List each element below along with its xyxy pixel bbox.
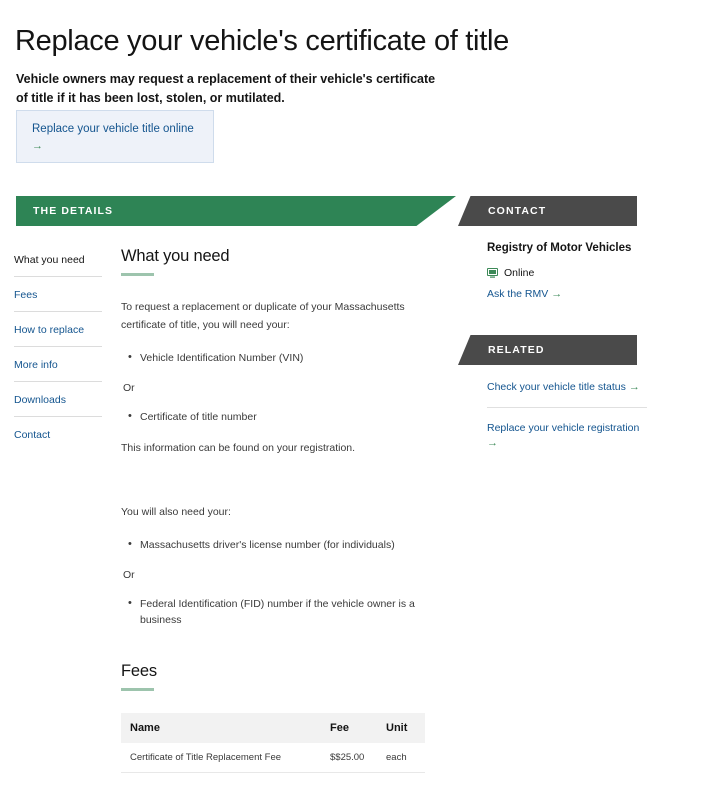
- check-vehicle-title-status-link[interactable]: Check your vehicle title status →: [487, 380, 647, 395]
- banner-the-details-label: THE DETAILS: [33, 205, 114, 217]
- related-panel: Check your vehicle title status → Replac…: [487, 380, 647, 463]
- arrow-right-icon: →: [628, 381, 640, 393]
- related-item-2: Replace your vehicle registration →: [487, 408, 647, 463]
- monitor-icon: [487, 268, 498, 278]
- column-header-fee: Fee: [321, 713, 377, 743]
- sidebar-item-fees[interactable]: Fees: [14, 277, 102, 312]
- page-title: Replace your vehicle's certificate of ti…: [15, 25, 509, 58]
- related-item-1: Check your vehicle title status →: [487, 380, 647, 408]
- banner-contact-label: CONTACT: [488, 205, 547, 217]
- contact-organization: Registry of Motor Vehicles: [487, 242, 632, 254]
- cell-fee: $$25.00: [321, 743, 377, 773]
- contact-online-label: Online: [504, 267, 535, 279]
- fees-heading: Fees: [121, 662, 157, 680]
- table-row: Certificate of Title Replacement Fee $$2…: [121, 743, 425, 773]
- column-header-unit: Unit: [377, 713, 425, 743]
- contact-online-row: Online: [487, 267, 647, 279]
- column-header-name: Name: [121, 713, 321, 743]
- intro-paragraph: Vehicle owners may request a replacement…: [16, 71, 436, 105]
- cta-label: Replace your vehicle title online: [32, 123, 194, 135]
- sidebar-item-what-you-need[interactable]: What you need: [14, 253, 102, 277]
- heading-rule: [121, 273, 154, 276]
- replace-vehicle-registration-link[interactable]: Replace your vehicle registration →: [487, 421, 647, 451]
- requirements-list-2: Certificate of title number: [121, 408, 431, 425]
- cell-unit: each: [377, 743, 425, 773]
- fees-table: Name Fee Unit Certificate of Title Repla…: [121, 713, 425, 773]
- fees-section: Fees Name Fee Unit Certificate of Title …: [121, 662, 431, 773]
- page-root: Replace your vehicle's certificate of ti…: [0, 0, 725, 793]
- list-item: Certificate of title number: [128, 408, 431, 425]
- banner-the-details: THE DETAILS: [16, 196, 456, 226]
- ask-the-rmv-link[interactable]: Ask the RMV →: [487, 287, 647, 302]
- sidebar-item-downloads[interactable]: Downloads: [14, 382, 102, 417]
- main-content: What you need To request a replacement o…: [121, 247, 431, 773]
- sidebar-item-contact[interactable]: Contact: [14, 417, 102, 451]
- cta-box[interactable]: Replace your vehicle title online →: [16, 110, 214, 163]
- arrow-right-icon: →: [32, 140, 43, 152]
- contact-panel: Registry of Motor Vehicles Online Ask th…: [487, 241, 647, 302]
- arrow-right-icon: →: [551, 288, 563, 300]
- sidebar-item-more-info[interactable]: More info: [14, 347, 102, 382]
- list-item: Massachusetts driver's license number (f…: [128, 536, 431, 553]
- requirements-list-1: Vehicle Identification Number (VIN): [121, 349, 431, 366]
- sidebar-item-how-to-replace[interactable]: How to replace: [14, 312, 102, 347]
- heading-rule: [121, 688, 154, 691]
- or-separator-1: Or: [123, 382, 135, 394]
- ask-the-rmv-label: Ask the RMV: [487, 288, 549, 300]
- what-you-need-paragraph-1: To request a replacement or duplicate of…: [121, 301, 405, 331]
- table-header-row: Name Fee Unit: [121, 713, 425, 743]
- section-sidenav: What you need Fees How to replace More i…: [14, 253, 102, 451]
- what-you-need-heading: What you need: [121, 247, 230, 265]
- requirements-list-4: Federal Identification (FID) number if t…: [121, 595, 431, 628]
- replace-title-online-link[interactable]: Replace your vehicle title online →: [32, 121, 202, 155]
- or-separator-2: Or: [123, 569, 135, 581]
- list-item: Vehicle Identification Number (VIN): [128, 349, 431, 366]
- requirements-list-3: Massachusetts driver's license number (f…: [121, 536, 431, 553]
- what-you-need-paragraph-3: You will also need your:: [121, 506, 231, 518]
- related-link-label: Replace your vehicle registration: [487, 422, 640, 434]
- banner-related-label: RELATED: [488, 344, 545, 356]
- related-link-label: Check your vehicle title status: [487, 381, 626, 393]
- list-item: Federal Identification (FID) number if t…: [128, 595, 431, 628]
- what-you-need-paragraph-2: This information can be found on your re…: [121, 442, 356, 454]
- arrow-right-icon: →: [487, 437, 498, 449]
- banner-related: RELATED: [458, 335, 637, 365]
- banner-contact: CONTACT: [458, 196, 637, 226]
- cell-name: Certificate of Title Replacement Fee: [121, 743, 321, 773]
